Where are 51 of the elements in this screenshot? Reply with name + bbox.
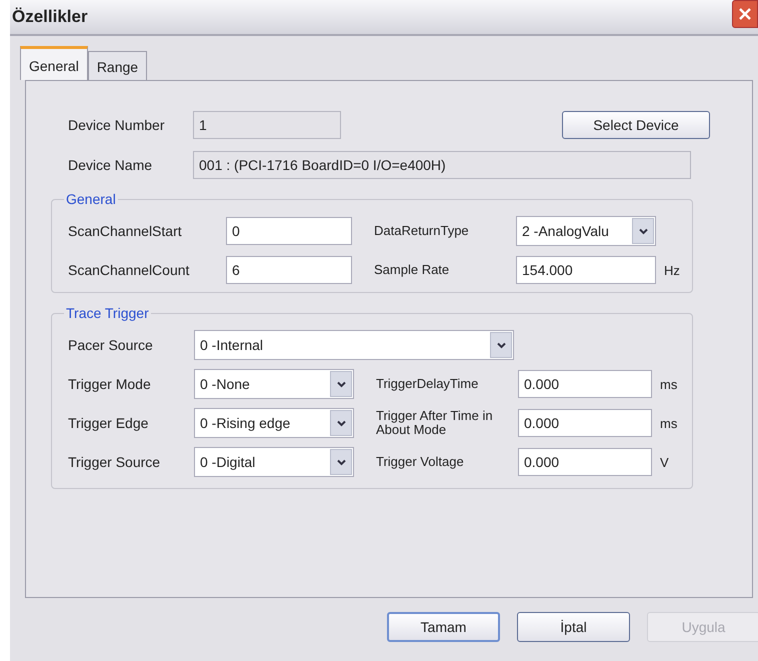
dropdown-button[interactable] bbox=[330, 449, 352, 475]
input-field[interactable]: 001 : (PCI-1716 BoardID=0 I/O=e400H) bbox=[193, 151, 691, 179]
unit-label: ms bbox=[659, 416, 678, 430]
input-field[interactable]: 0 bbox=[226, 217, 352, 245]
close-button[interactable] bbox=[732, 0, 758, 28]
chevron-down-icon bbox=[638, 228, 648, 234]
field-label: Trigger After Time in About Mode bbox=[375, 409, 494, 437]
field-label: Trigger Edge bbox=[68, 415, 150, 431]
input-field[interactable]: 0.000 bbox=[518, 370, 652, 398]
tab[interactable]: General bbox=[20, 46, 88, 80]
field-label: Device Name bbox=[68, 157, 154, 173]
input-field[interactable]: 6 bbox=[226, 256, 352, 284]
dialog-button[interactable]: İptal bbox=[517, 612, 630, 642]
field-label: ScanChannelStart bbox=[68, 223, 183, 239]
dropdown[interactable]: 0 -Rising edge bbox=[194, 408, 354, 438]
field-label: Pacer Source bbox=[68, 337, 154, 353]
tab[interactable]: Range bbox=[88, 51, 148, 80]
group-title: General bbox=[64, 191, 118, 207]
chevron-down-icon bbox=[336, 420, 346, 426]
chevron-down-icon bbox=[336, 458, 346, 466]
dropdown-button[interactable] bbox=[490, 332, 512, 358]
dropdown[interactable]: 0 -None bbox=[194, 369, 354, 399]
unit-label: V bbox=[659, 454, 670, 470]
unit-label: Hz bbox=[663, 262, 681, 278]
close-icon bbox=[739, 8, 751, 20]
dropdown[interactable]: 0 -Digital bbox=[194, 447, 354, 477]
input-field[interactable]: 154.000 bbox=[516, 256, 656, 284]
chevron-down-icon bbox=[496, 342, 506, 348]
chevron-down-icon bbox=[336, 380, 346, 388]
field-label: Trigger Source bbox=[68, 454, 162, 470]
field-label: Device Number bbox=[68, 117, 166, 133]
group-title: Trace Trigger bbox=[64, 305, 151, 321]
field-label: DataReturnType bbox=[373, 224, 470, 238]
field-label: Sample Rate bbox=[373, 263, 450, 277]
input-field[interactable]: 0.000 bbox=[518, 448, 652, 476]
window-title: Özellikler bbox=[12, 7, 88, 27]
dropdown[interactable]: 0 -Internal bbox=[194, 330, 514, 360]
dialog-button[interactable]: Tamam bbox=[387, 612, 500, 642]
dropdown-button[interactable] bbox=[330, 410, 352, 436]
dialog-button: Uygula bbox=[647, 612, 758, 642]
dropdown-button[interactable] bbox=[330, 371, 352, 397]
select-device-button[interactable]: Select Device bbox=[562, 111, 710, 139]
unit-label: ms bbox=[659, 376, 678, 392]
field-label: ScanChannelCount bbox=[68, 262, 190, 278]
input-field[interactable]: 1 bbox=[193, 111, 341, 139]
field-label: Trigger Mode bbox=[68, 376, 152, 392]
dropdown-button[interactable] bbox=[632, 218, 654, 244]
field-label: TriggerDelayTime bbox=[375, 377, 480, 391]
field-label: Trigger Voltage bbox=[375, 455, 465, 469]
input-field[interactable]: 0.000 bbox=[518, 409, 652, 437]
dropdown[interactable]: 2 -AnalogValu bbox=[516, 216, 656, 246]
